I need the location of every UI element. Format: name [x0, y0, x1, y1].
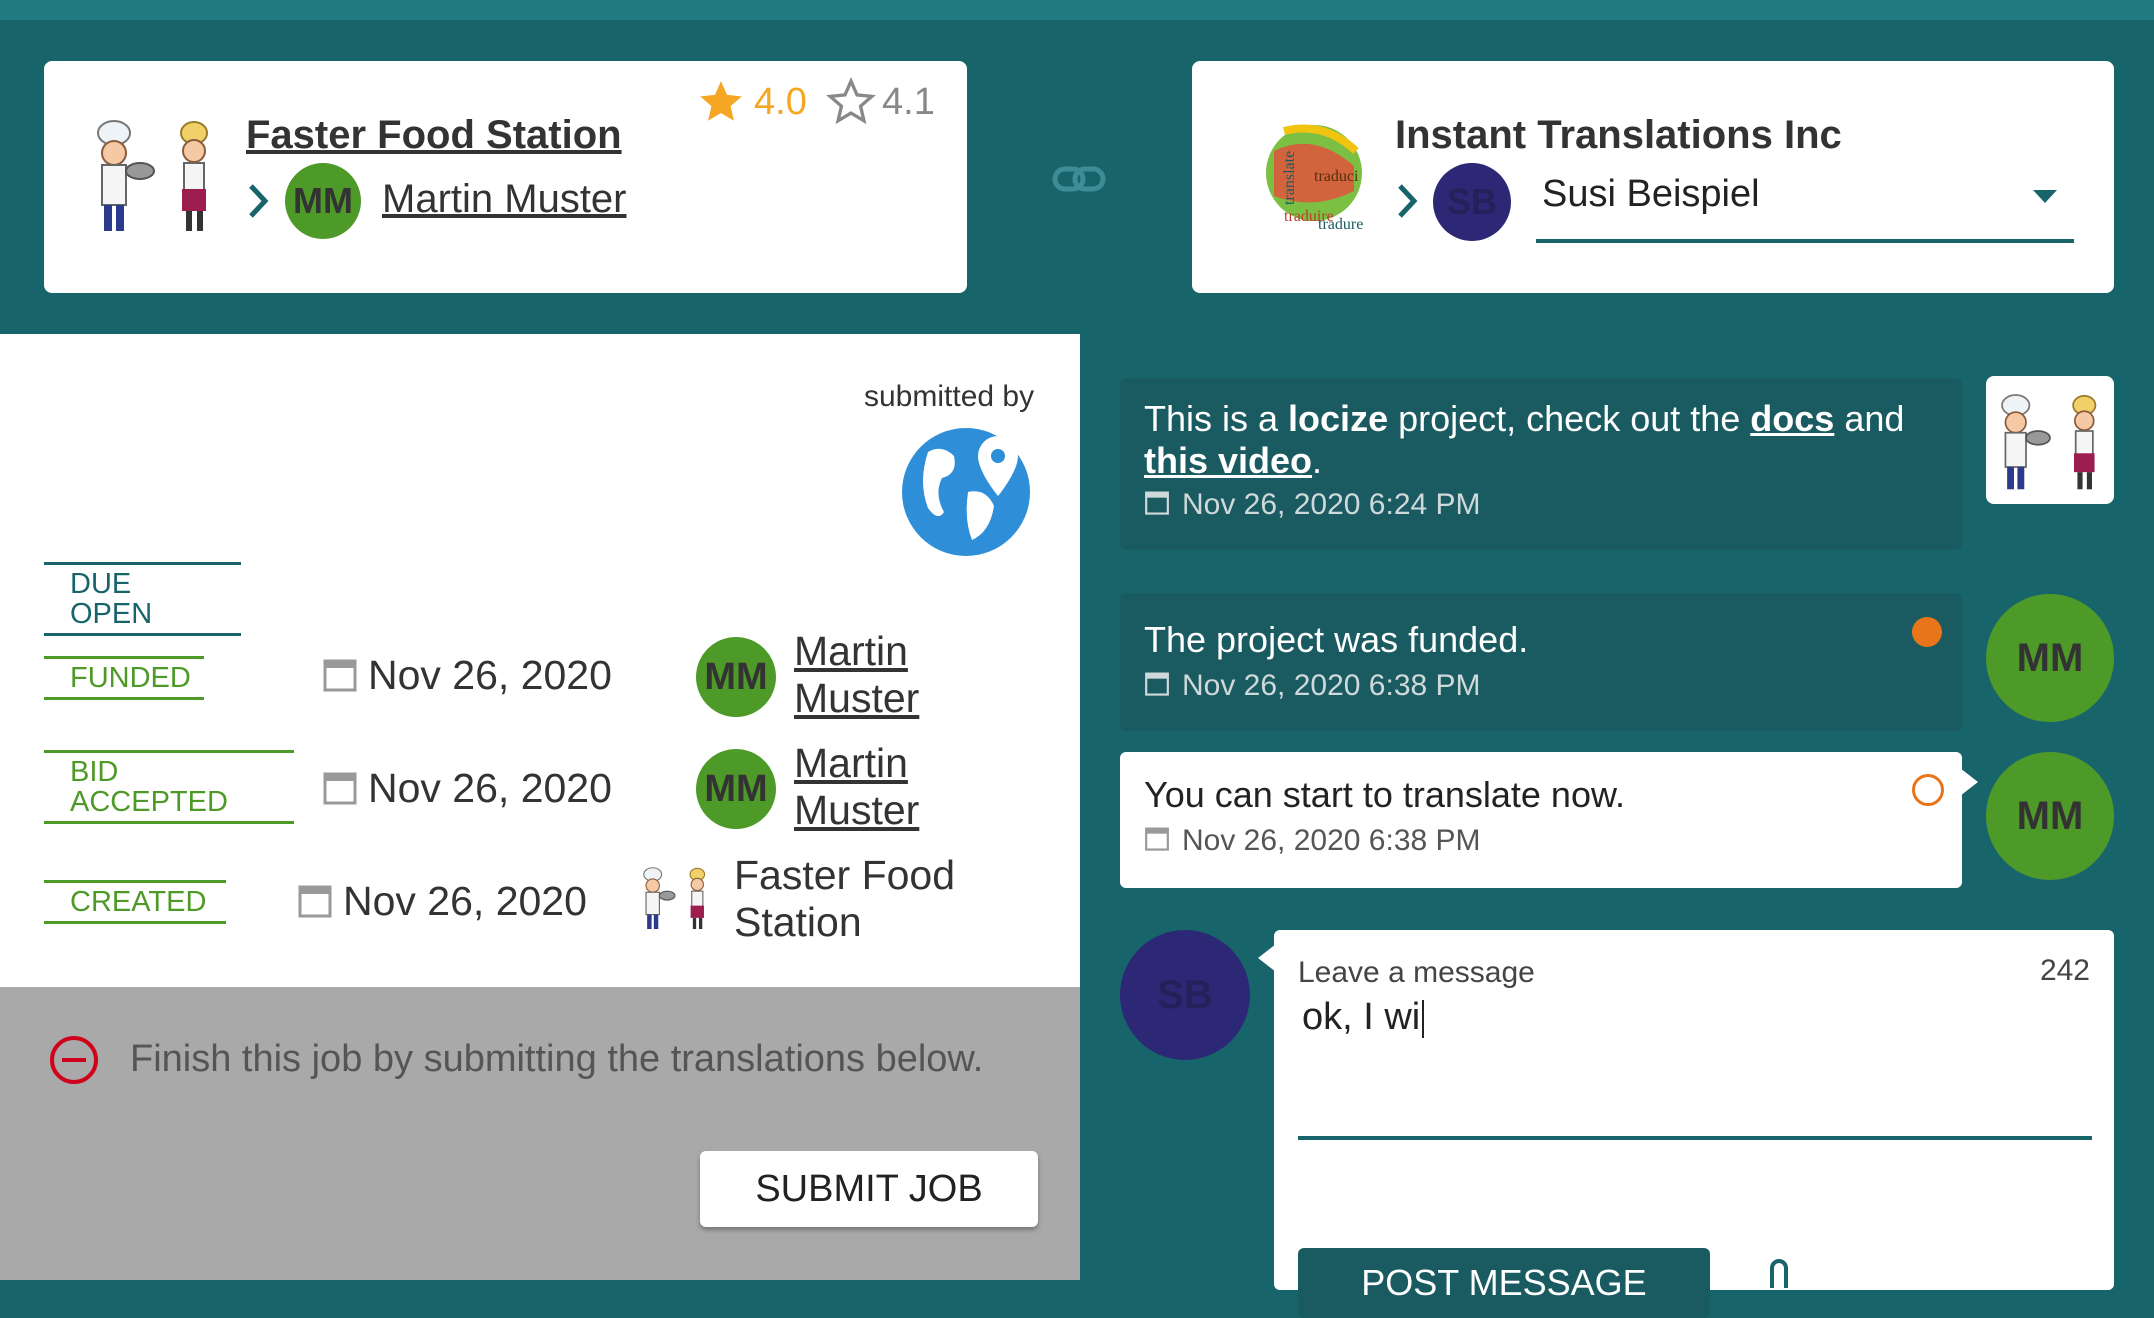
message-field-label: Leave a message [1298, 956, 1535, 989]
composer-card: Leave a message 242 ok, I wi POST MESSAG… [1274, 930, 2114, 1318]
text-caret [1422, 999, 1425, 1038]
created-by-line1: Faster Food [734, 852, 956, 898]
message-time: Nov 26, 2020 6:38 PM [1182, 824, 1481, 857]
provider-name: Instant Translations Inc [1395, 113, 1842, 157]
client-name-link[interactable]: Faster Food Station [246, 113, 622, 158]
chevron-right-icon [249, 184, 269, 218]
chef-logo-icon [643, 867, 706, 930]
link-icon [1052, 166, 1106, 192]
char-counter: 242 [2039, 954, 2090, 987]
provider-contact-select[interactable]: Susi Beispiel [1536, 173, 2074, 243]
video-link[interactable]: this video [1144, 440, 1312, 481]
bid-accepted-date: Nov 26, 2020 [368, 765, 612, 811]
message-text: This is a locize project, check out the … [1144, 398, 1944, 482]
bid-accepted-line1: BID [70, 756, 119, 788]
submitted-by-label: submitted by [864, 380, 1035, 413]
bid-actor-first: Martin [794, 740, 908, 786]
paperclip-icon[interactable] [1762, 1258, 1796, 1298]
message-text: The project was funded. [1144, 619, 1529, 660]
dropdown-arrow-icon [2033, 190, 2057, 203]
funded-actor-last: Muster [794, 675, 920, 721]
chef-logo-icon [97, 120, 208, 231]
message-time: Nov 26, 2020 6:24 PM [1182, 488, 1481, 521]
minus-circle-icon [50, 1036, 98, 1084]
top-bar [0, 0, 2154, 20]
message-text: You can start to translate now. [1144, 774, 1625, 815]
calendar-icon [323, 659, 357, 692]
unread-dot [1912, 617, 1942, 647]
chat-message: The project was funded. Nov 26, 2020 6:3… [1120, 593, 1962, 731]
message-text-part: and [1834, 398, 1905, 439]
client-card: Faster Food Station MM Martin Muster 4.0… [44, 61, 967, 293]
provider-contact-select-value: Susi Beispiel [1542, 173, 1760, 215]
chat-message: You can start to translate now. Nov 26, … [1120, 752, 1962, 888]
submit-notice-area [0, 987, 1080, 1280]
calendar-icon [1145, 672, 1169, 696]
locize-bold: locize [1288, 398, 1389, 439]
message-text-part: This is a [1144, 398, 1289, 439]
status-due-open: DUE OPEN [44, 562, 241, 636]
read-circle [1912, 774, 1944, 806]
rating-given: 4.0 [754, 81, 807, 123]
calendar-icon [323, 772, 357, 805]
submit-job-button[interactable]: SUBMIT JOB [700, 1151, 1038, 1227]
message-time: Nov 26, 2020 6:38 PM [1182, 669, 1481, 702]
client-contact-link[interactable]: Martin Muster [382, 177, 627, 222]
funded-date: Nov 26, 2020 [368, 652, 612, 698]
calendar-icon [1145, 827, 1169, 851]
svg-text:translate: translate [1281, 151, 1298, 205]
chef-logo-icon [2001, 394, 2097, 490]
message-text-part: . [1312, 440, 1323, 481]
chat-message: This is a locize project, check out the … [1120, 378, 1962, 550]
chevron-right-icon [1398, 184, 1418, 218]
translation-globe-logo-icon: translate traduci traduire tradure [1266, 124, 1363, 233]
message-input[interactable]: ok, I wi [1298, 990, 2092, 1140]
status-created: CREATED [44, 880, 226, 924]
globe-location-icon [902, 428, 1030, 556]
client-contact-avatar: MM [285, 163, 361, 239]
star-outline-icon [826, 77, 876, 125]
chat-avatar-logo [1986, 376, 2114, 504]
funded-actor-avatar: MM [696, 637, 776, 717]
created-by-name: Faster Food Station [734, 852, 955, 946]
provider-contact-avatar: SB [1433, 163, 1511, 241]
rating-received: 4.1 [882, 81, 935, 123]
post-message-button[interactable]: POST MESSAGE [1298, 1248, 1710, 1318]
docs-link[interactable]: docs [1750, 398, 1834, 439]
chat-avatar: MM [1986, 594, 2114, 722]
bid-actor-link[interactable]: Martin Muster [794, 740, 919, 834]
funded-actor-first: Martin [794, 628, 908, 674]
bid-accepted-line2: ACCEPTED [70, 786, 228, 818]
bubble-tail [1258, 944, 1276, 972]
star-filled-icon [700, 81, 742, 121]
svg-text:tradure: tradure [1318, 216, 1363, 233]
funded-actor-link[interactable]: Martin Muster [794, 628, 919, 722]
provider-card: translate traduci traduire tradure Insta… [1192, 61, 2114, 293]
bid-actor-avatar: MM [696, 749, 776, 829]
message-input-value: ok, I wi [1302, 996, 1425, 1039]
created-by-line2: Station [734, 899, 862, 945]
svg-text:traduci: traduci [1314, 168, 1359, 185]
chat-avatar: MM [1986, 752, 2114, 880]
submit-notice-text: Finish this job by submitting the transl… [130, 1038, 984, 1080]
composer-avatar: SB [1120, 930, 1250, 1060]
created-date: Nov 26, 2020 [343, 878, 587, 924]
bid-actor-last: Muster [794, 787, 920, 833]
calendar-icon [298, 885, 332, 918]
status-bid-accepted: BID ACCEPTED [44, 750, 294, 824]
calendar-icon [1145, 491, 1169, 515]
bubble-tail [1960, 768, 1978, 796]
message-text-part: project, check out the [1388, 398, 1751, 439]
status-funded: FUNDED [44, 656, 204, 700]
